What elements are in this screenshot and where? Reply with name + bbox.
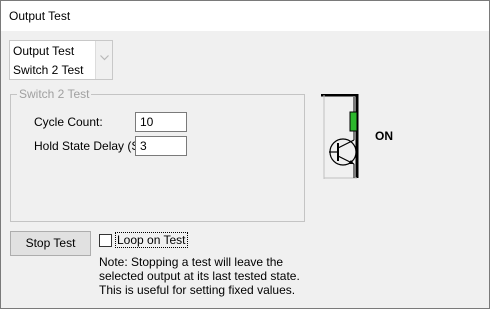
note-line-1: Note: Stopping a test will leave the — [99, 255, 284, 269]
led-indicator — [349, 111, 358, 132]
note-text: Note: Stopping a test will leave the sel… — [99, 255, 300, 297]
switch-state-label: ON — [375, 129, 393, 143]
loop-on-test-checkbox[interactable] — [99, 234, 112, 247]
switch-test-groupbox: Switch 2 Test Cycle Count: 10 Hold State… — [10, 87, 305, 222]
combo-item-output-test[interactable]: Output Test — [13, 44, 74, 58]
hold-state-delay-input[interactable]: 3 — [135, 136, 187, 156]
output-test-window: Output Test Output Test Switch 2 Test Sw… — [0, 0, 490, 309]
cycle-count-label: Cycle Count: — [34, 115, 103, 129]
loop-on-test-label[interactable]: Loop on Test — [115, 232, 188, 248]
chevron-down-icon — [100, 55, 109, 61]
note-line-3: This is useful for setting fixed values. — [99, 283, 296, 297]
combo-item-switch-2-test[interactable]: Switch 2 Test — [13, 63, 83, 77]
hold-state-delay-label: Hold State Delay (S): — [34, 139, 147, 153]
client-area: Output Test Switch 2 Test Switch 2 Test … — [1, 31, 489, 308]
stop-test-button[interactable]: Stop Test — [10, 231, 91, 256]
transistor-switch-icon — [321, 94, 359, 179]
window-title: Output Test — [9, 9, 71, 23]
note-line-2: selected output at its last tested state… — [99, 269, 300, 283]
cycle-count-input[interactable]: 10 — [135, 112, 187, 132]
groupbox-title: Switch 2 Test — [17, 87, 92, 101]
test-select-combobox[interactable]: Output Test Switch 2 Test — [9, 40, 113, 80]
title-bar: Output Test — [1, 1, 489, 31]
combo-dropdown-button[interactable] — [95, 41, 112, 79]
